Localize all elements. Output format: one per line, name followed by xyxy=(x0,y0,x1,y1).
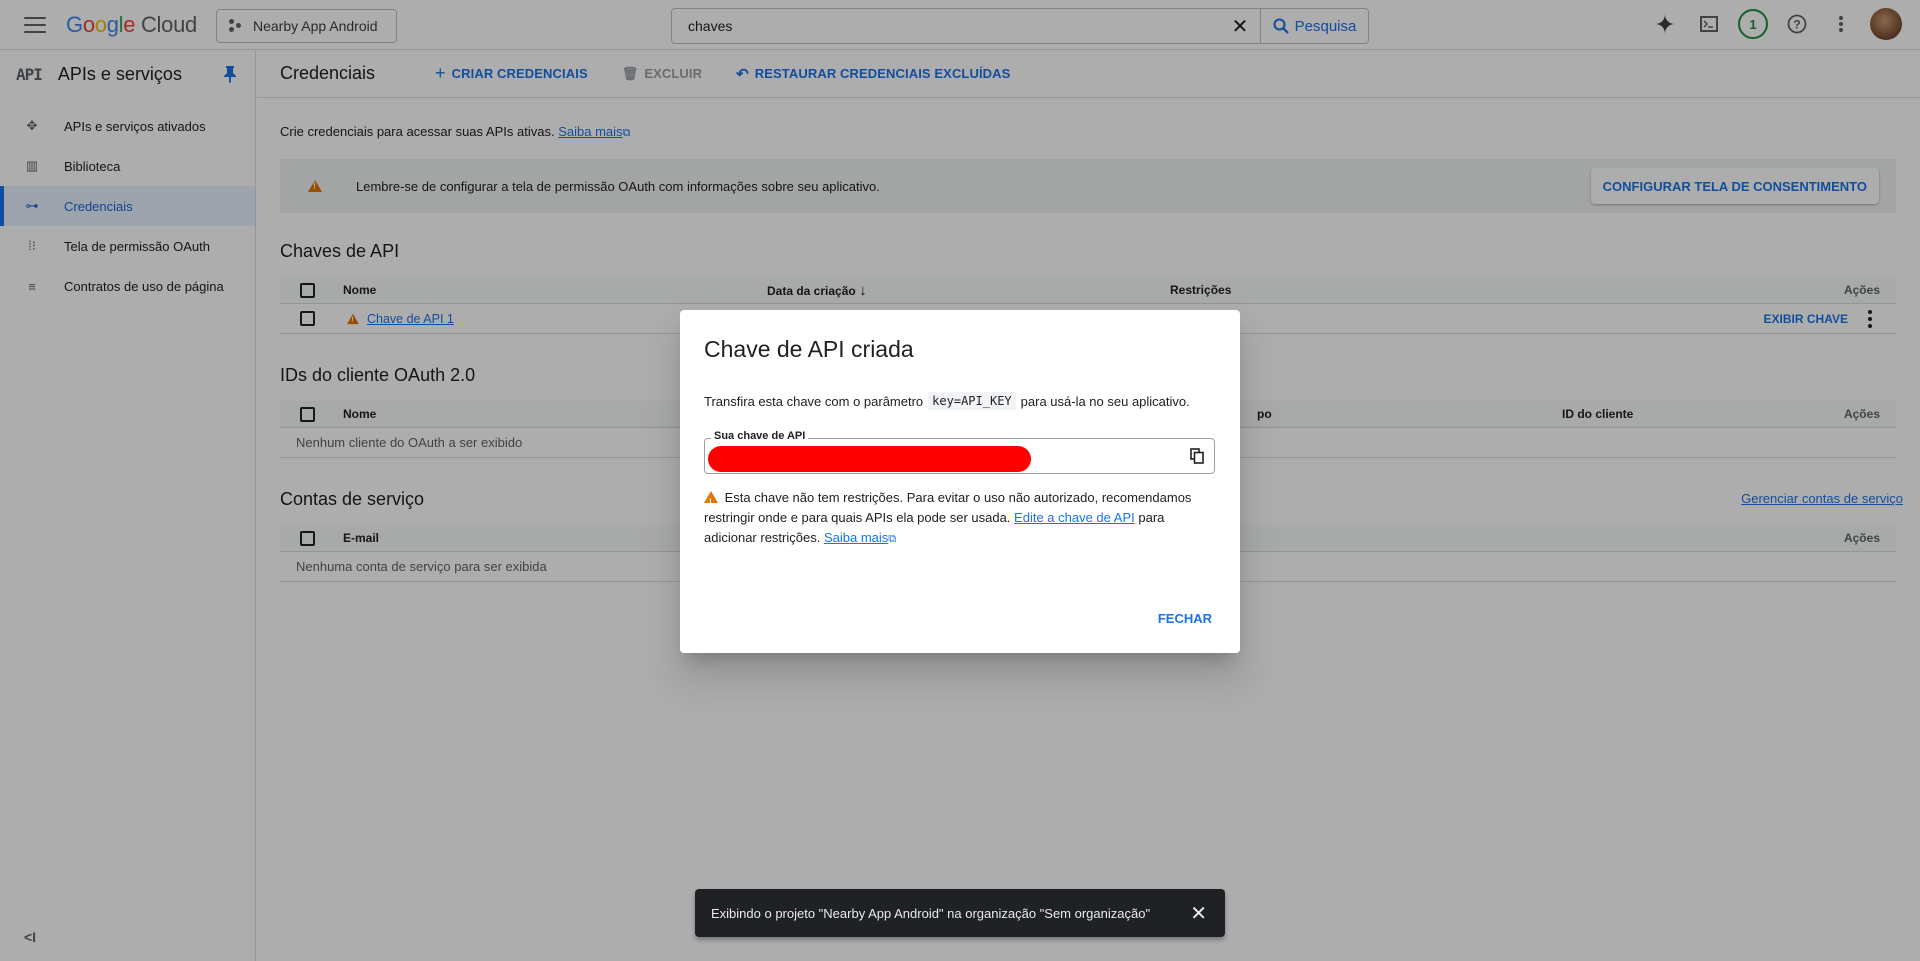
api-key-field-label: Sua chave de API xyxy=(711,430,809,442)
instructions-after: para usá-la no seu aplicativo. xyxy=(1020,393,1190,409)
close-button[interactable]: FECHAR xyxy=(1158,611,1212,626)
dialog-warning: Esta chave não tem restrições. Para evit… xyxy=(704,488,1219,549)
warning-icon xyxy=(704,491,718,512)
param-code: key=API_KEY xyxy=(928,392,1016,410)
dialog-instructions: Transfira esta chave com o parâmetro key… xyxy=(704,392,1190,410)
snackbar: Exibindo o projeto "Nearby App Android" … xyxy=(695,889,1225,937)
snackbar-text: Exibindo o projeto "Nearby App Android" … xyxy=(711,905,1151,921)
external-link-icon: ⧉ xyxy=(888,533,897,545)
api-key-field[interactable]: Sua chave de API xyxy=(704,430,1215,474)
redacted-api-key xyxy=(708,446,1031,472)
api-key-created-dialog: Chave de API criada Transfira esta chave… xyxy=(680,310,1240,653)
edit-api-key-link[interactable]: Edite a chave de API xyxy=(1014,510,1135,525)
copy-icon[interactable] xyxy=(1190,448,1204,464)
close-icon[interactable]: ✕ xyxy=(1190,901,1207,926)
instructions-before: Transfira esta chave com o parâmetro xyxy=(704,393,924,409)
learn-more-link[interactable]: Saiba mais xyxy=(824,530,888,545)
dialog-title: Chave de API criada xyxy=(704,336,914,362)
